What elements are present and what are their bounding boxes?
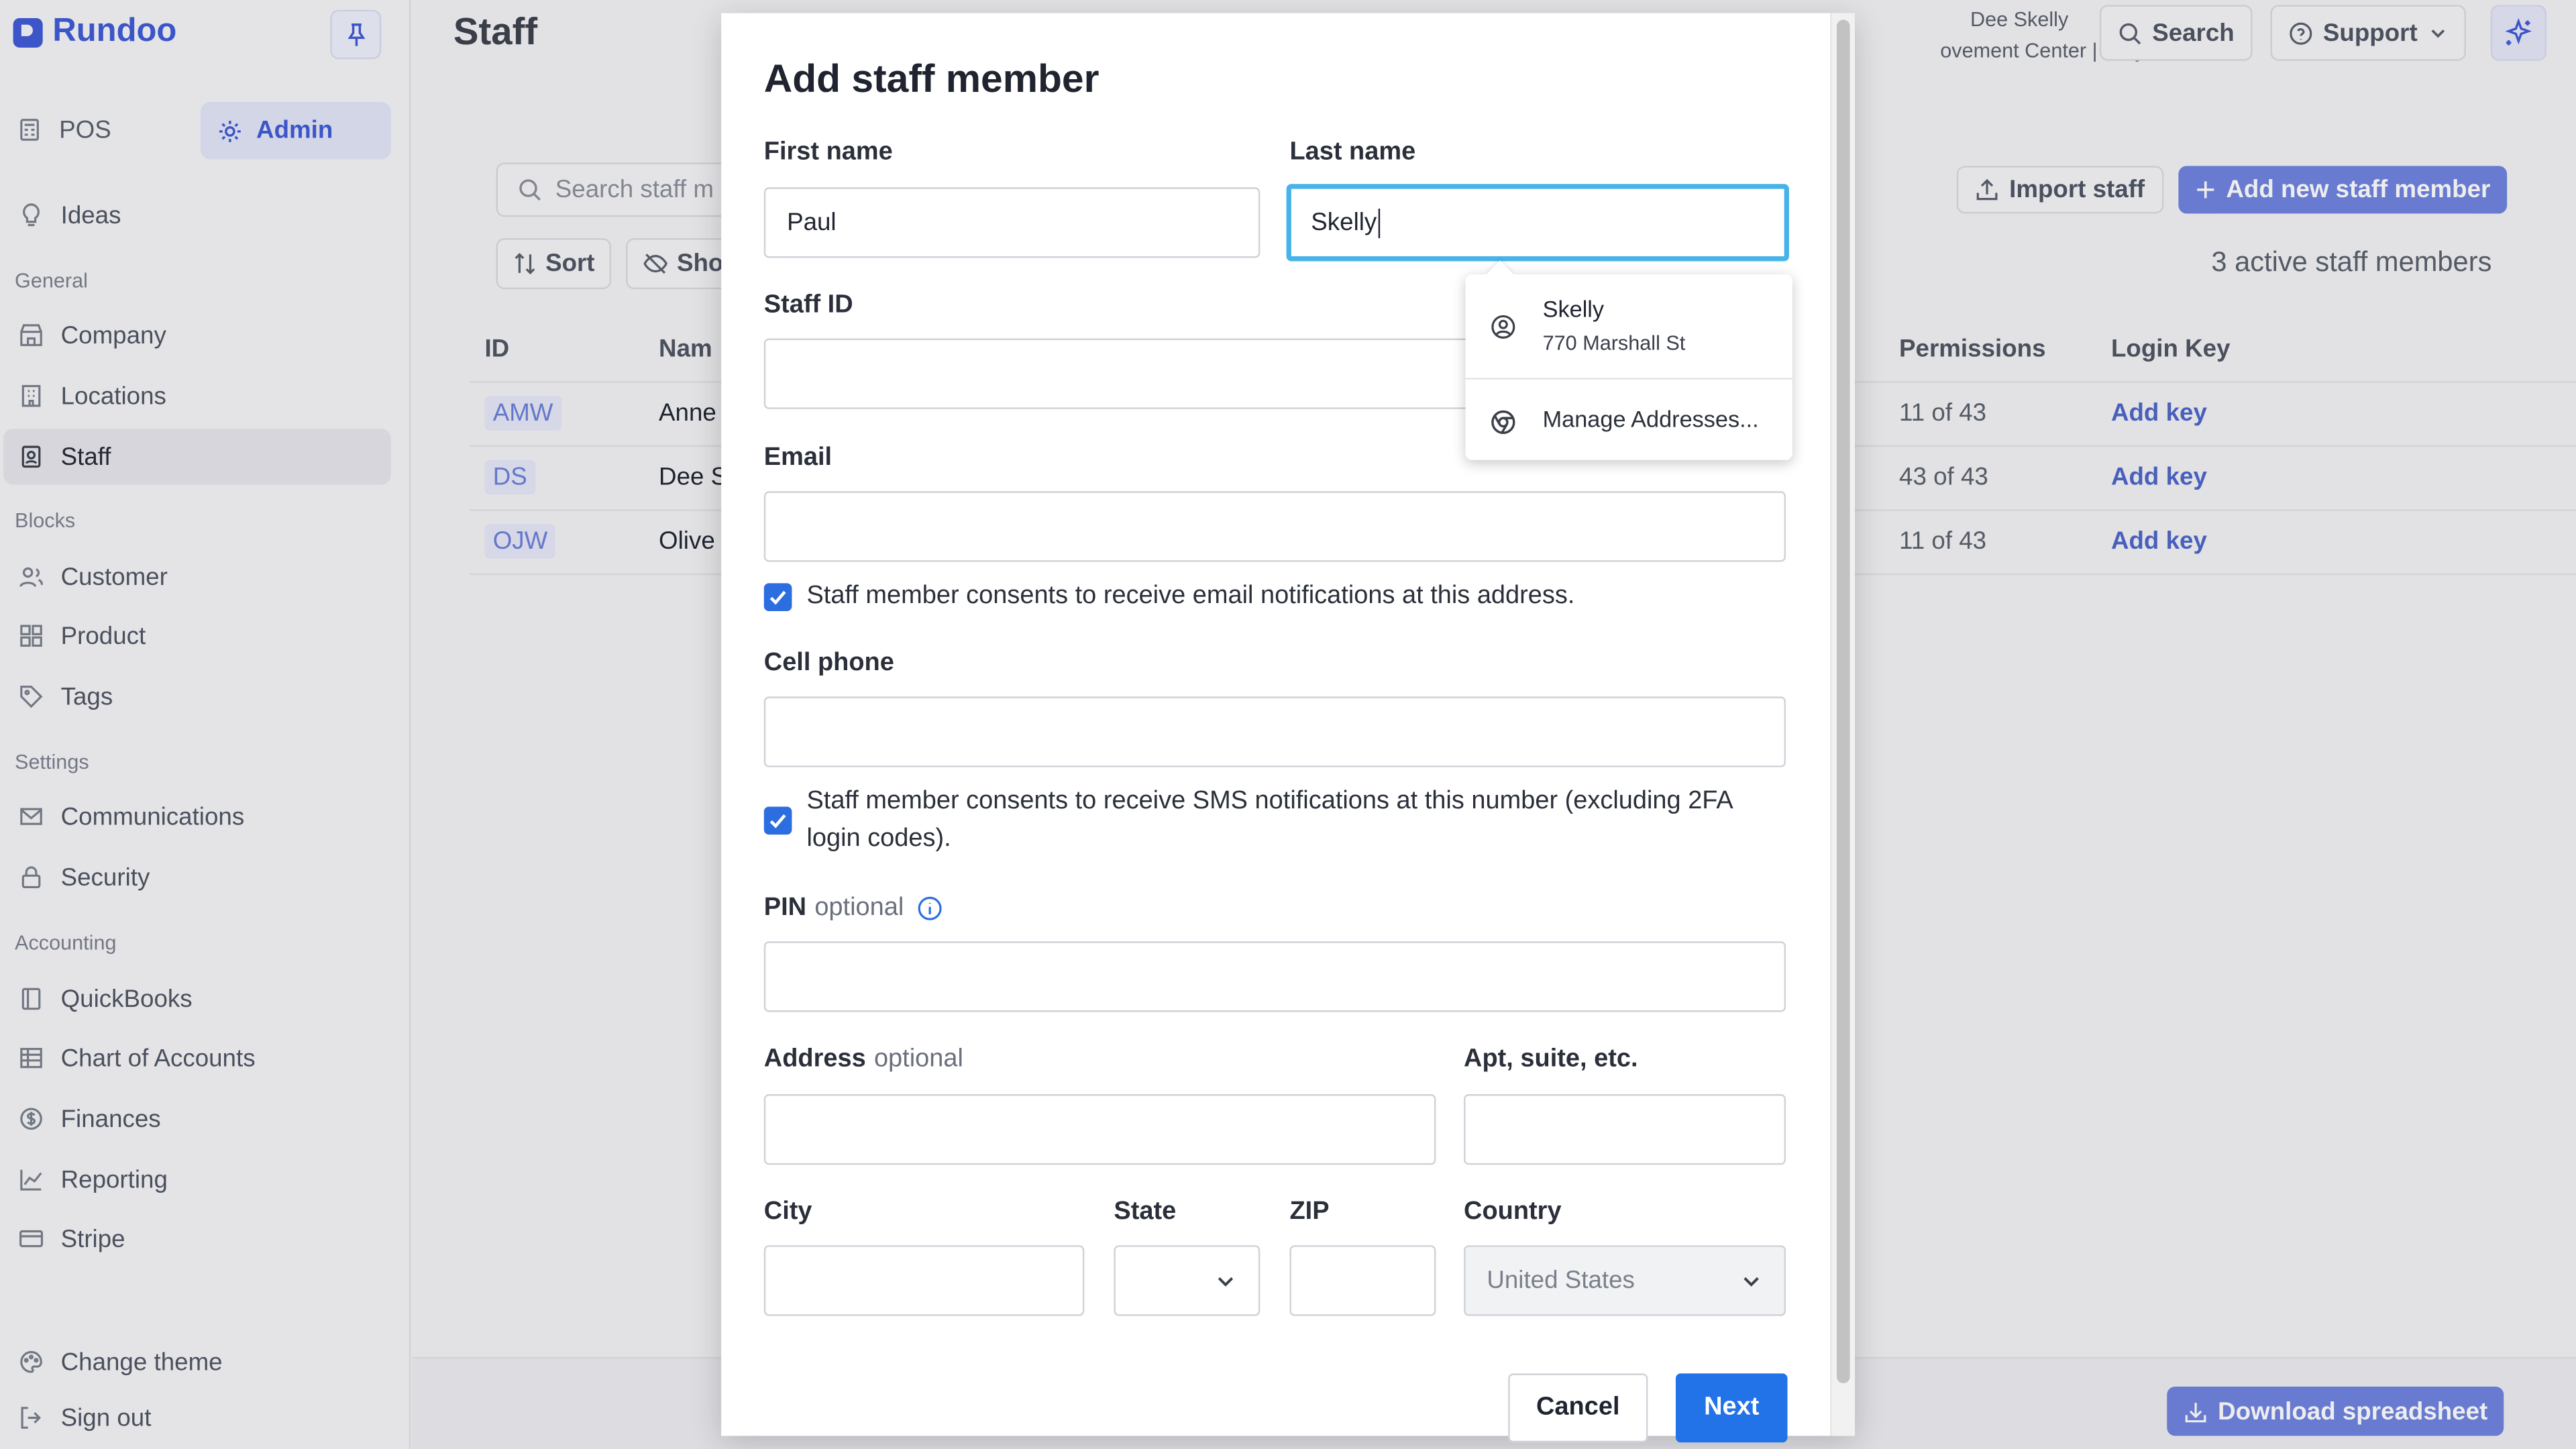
suggestion-name: Skelly (1542, 295, 1605, 323)
email-label: Email (763, 443, 833, 472)
state-label: State (1114, 1197, 1177, 1226)
state-select[interactable] (1114, 1245, 1260, 1316)
sms-consent-label: Staff member consents to receive SMS not… (806, 782, 1776, 858)
apt-field[interactable] (1464, 1094, 1786, 1165)
next-button[interactable]: Next (1675, 1373, 1788, 1443)
manage-addresses-label: Manage Addresses... (1542, 405, 1759, 433)
chevron-down-icon (1218, 1276, 1234, 1286)
last-name-label: Last name (1289, 138, 1416, 166)
pin-field[interactable] (763, 941, 1786, 1012)
info-icon[interactable] (917, 896, 943, 922)
pin-label-text: PIN (763, 894, 807, 922)
apt-label: Apt, suite, etc. (1464, 1044, 1638, 1073)
address-label: Address optional (764, 1045, 963, 1075)
pin-label: PIN optional (764, 894, 943, 923)
user-circle-icon (1491, 315, 1515, 339)
chevron-down-icon (1743, 1276, 1759, 1286)
cell-phone-field[interactable] (763, 696, 1786, 767)
email-consent-checkbox[interactable] (763, 583, 792, 612)
text-cursor (1378, 207, 1381, 237)
pin-optional: optional (814, 894, 904, 922)
cancel-button[interactable]: Cancel (1508, 1373, 1648, 1443)
email-consent-label: Staff member consents to receive email n… (806, 581, 1575, 610)
first-name-label: First name (763, 138, 893, 166)
address-field[interactable] (763, 1094, 1436, 1165)
city-field[interactable] (763, 1245, 1085, 1316)
chrome-icon (1491, 410, 1515, 435)
country-value: United States (1487, 1267, 1635, 1295)
country-select[interactable]: United States (1464, 1245, 1786, 1316)
modal-scrollbar[interactable] (1830, 13, 1855, 1436)
first-name-value: Paul (787, 209, 837, 237)
sms-consent-line2: login codes). (806, 824, 951, 853)
first-name-field[interactable]: Paul (763, 187, 1260, 258)
cell-phone-label: Cell phone (763, 649, 894, 677)
email-field[interactable] (763, 491, 1786, 562)
manage-addresses-item[interactable]: Manage Addresses... (1466, 381, 1792, 460)
checkmark-icon (769, 814, 786, 828)
autofill-suggestion[interactable]: Skelly 770 Marshall St (1465, 274, 1792, 380)
address-label-text: Address (763, 1044, 866, 1073)
sms-consent-line1: Staff member consents to receive SMS not… (806, 787, 1733, 815)
zip-label: ZIP (1289, 1197, 1330, 1226)
scrollbar-thumb[interactable] (1836, 19, 1850, 1384)
city-label: City (763, 1197, 812, 1226)
address-optional: optional (873, 1044, 963, 1073)
last-name-field[interactable]: Skelly (1286, 184, 1789, 262)
sms-consent-checkbox[interactable] (763, 806, 792, 835)
autofill-popup: Skelly 770 Marshall St Manage Addresses.… (1465, 274, 1792, 460)
staff-id-label: Staff ID (763, 290, 853, 319)
suggestion-address: 770 Marshall St (1542, 331, 1686, 355)
modal-title: Add staff member (763, 57, 1099, 102)
country-label: Country (1464, 1197, 1562, 1226)
zip-field[interactable] (1289, 1245, 1436, 1316)
last-name-value: Skelly (1311, 209, 1377, 237)
add-staff-modal: Add staff member First name Paul Last na… (721, 13, 1855, 1443)
checkmark-icon (769, 590, 786, 605)
